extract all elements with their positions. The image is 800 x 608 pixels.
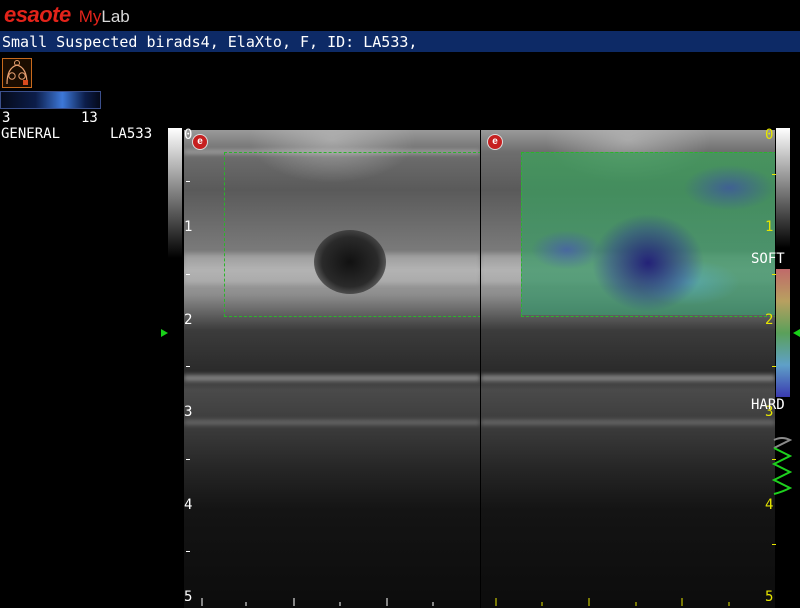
depth-tick: [186, 459, 190, 460]
tissue-layer: [481, 420, 775, 425]
preset-label: GENERAL: [1, 126, 61, 142]
bmode-image-left[interactable]: [184, 130, 480, 608]
depth-tick: [772, 174, 776, 175]
depth-label: 4: [765, 497, 774, 513]
depth-label: 1: [765, 219, 774, 235]
brand-mylab-text: MyLab: [79, 7, 130, 27]
brand-logo: esaote MyLab: [4, 2, 130, 28]
brand-esaote-text: esaote: [4, 2, 71, 27]
depth-label: 3: [184, 404, 193, 420]
gray-scale-bar-left: [168, 128, 182, 258]
elasto-soft-label: SOFT: [751, 251, 785, 267]
elasto-color-bar: [776, 269, 790, 397]
lateral-scale: [201, 598, 730, 606]
elasto-roi-box[interactable]: [224, 152, 480, 317]
elasto-roi-box[interactable]: [521, 152, 775, 317]
depth-label: 2: [184, 312, 193, 328]
focus-marker-icon[interactable]: [793, 329, 800, 337]
probe-quality-wave-icon: [772, 437, 792, 495]
focus-marker-icon[interactable]: [161, 329, 168, 337]
brand-lab: Lab: [101, 7, 130, 26]
elasto-hard-label: HARD: [751, 397, 785, 413]
depth-label: 1: [184, 219, 193, 235]
depth-label: 2: [765, 312, 774, 328]
tissue-layer: [481, 375, 775, 381]
esaote-e-logo-icon: e: [487, 134, 503, 150]
depth-tick: [186, 551, 190, 552]
depth-tick: [186, 181, 190, 182]
gray-scale-bar-right: [776, 128, 790, 248]
depth-tick: [186, 274, 190, 275]
breast-body-marker-icon[interactable]: [2, 58, 32, 88]
esaote-e-logo-icon: e: [192, 134, 208, 150]
depth-tick: [772, 544, 776, 545]
tissue-layer: [184, 375, 480, 381]
brand-my: My: [78, 7, 102, 26]
range-max-label: 13: [81, 110, 98, 126]
probe-label: LA533: [110, 126, 153, 142]
range-min-label: 3: [2, 110, 11, 126]
tissue-layer: [184, 420, 480, 425]
depth-tick: [186, 366, 190, 367]
elasto-image-right[interactable]: [481, 130, 775, 608]
depth-label: 0: [765, 127, 774, 143]
depth-label: 4: [184, 497, 193, 513]
color-map-bar: [0, 91, 101, 109]
patient-info-text: Small Suspected birads4, ElaXto, F, ID: …: [2, 33, 418, 51]
depth-label: 0: [184, 127, 193, 143]
